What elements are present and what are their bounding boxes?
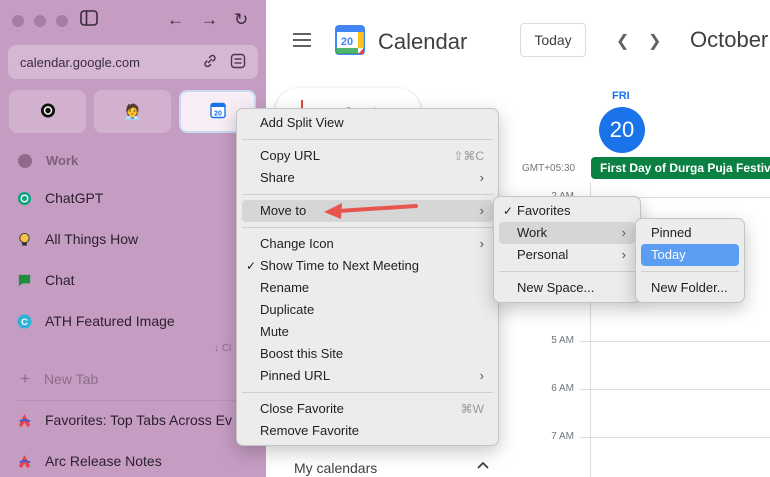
checkmark-icon: ✓ [246, 259, 257, 273]
svg-text:20: 20 [214, 110, 222, 117]
menu-item-remove-favorite[interactable]: Remove Favorite [242, 420, 493, 442]
menu-item-new-space[interactable]: New Space... [499, 277, 635, 299]
previous-period-chevron-icon[interactable]: ❮ [616, 31, 629, 51]
chevron-up-icon[interactable] [476, 458, 490, 473]
menu-item-new-folder[interactable]: New Folder... [641, 277, 739, 299]
google-calendar-logo[interactable]: 20 [334, 24, 366, 56]
today-button[interactable]: Today [520, 23, 586, 57]
planet-icon [18, 153, 32, 168]
favorite-avatar[interactable]: 🧑‍💼 [94, 90, 171, 133]
menu-item-today[interactable]: Today [641, 244, 739, 266]
menu-item-rename[interactable]: Rename [242, 277, 493, 299]
menu-item-duplicate[interactable]: Duplicate [242, 299, 493, 321]
shortcut-label: ⇧⌘C [453, 149, 484, 163]
menu-separator [242, 139, 493, 140]
url-text: calendar.google.com [20, 55, 140, 70]
hour-gridline [580, 437, 770, 438]
sidebar-toggle-icon[interactable] [80, 10, 98, 26]
sidebar-tab-chatgpt[interactable]: ChatGPT [16, 187, 103, 209]
bulb-icon [16, 231, 32, 247]
work-submenu: Pinned Today New Folder... [635, 218, 745, 303]
submenu-chevron-icon: › [621, 247, 626, 262]
back-arrow-icon[interactable]: ← [167, 10, 184, 30]
hour-label: 7 AM [551, 431, 574, 442]
day-number[interactable]: 20 [599, 107, 645, 153]
checkmark-icon: ✓ [503, 204, 514, 218]
submenu-chevron-icon: › [479, 203, 484, 218]
menu-item-close-favorite[interactable]: Close Favorite ⌘W [242, 398, 493, 420]
annotation-arrow [324, 203, 418, 219]
copy-link-icon[interactable] [202, 53, 218, 72]
chat-icon [16, 272, 32, 288]
menu-item-change-icon[interactable]: Change Icon › [242, 233, 493, 255]
sidebar-tab-all-things-how[interactable]: All Things How [16, 228, 138, 250]
menu-item-boost-this-site[interactable]: Boost this Site [242, 343, 493, 365]
main-menu-icon[interactable] [293, 33, 311, 51]
reload-icon[interactable]: ↻ [234, 10, 248, 30]
submenu-chevron-icon: › [621, 225, 626, 240]
shortcut-label: ⌘W [460, 402, 484, 416]
menu-separator [242, 392, 493, 393]
move-to-submenu: ✓ Favorites Work › Personal › New Space... [493, 196, 641, 303]
submenu-chevron-icon: › [479, 236, 484, 251]
svg-text:C: C [21, 316, 28, 326]
menu-item-work[interactable]: Work › [499, 222, 635, 244]
hour-label: 5 AM [551, 335, 574, 346]
calendar-header: 20 Calendar Today ❮ ❯ October [266, 0, 770, 80]
menu-item-favorites[interactable]: ✓ Favorites [499, 200, 635, 222]
submenu-chevron-icon: › [479, 368, 484, 383]
current-month: October [690, 27, 769, 52]
hour-label: 6 AM [551, 383, 574, 394]
my-calendars-heading[interactable]: My calendars [294, 460, 377, 476]
url-bar[interactable]: calendar.google.com [8, 45, 258, 79]
site-controls-icon[interactable] [230, 53, 246, 72]
menu-item-pinned-url[interactable]: Pinned URL › [242, 365, 493, 387]
menu-separator [242, 194, 493, 195]
space-label[interactable]: Work [18, 153, 78, 168]
minimize-window-button[interactable] [34, 15, 46, 27]
menu-separator [499, 271, 635, 272]
close-window-button[interactable] [12, 15, 24, 27]
menu-separator [242, 227, 493, 228]
tab-context-menu: Add Split View Copy URL ⇧⌘C Share › Move t… [236, 108, 499, 446]
arc-icon [16, 412, 32, 428]
zoom-window-button[interactable] [56, 15, 68, 27]
sidebar-tab-chat[interactable]: Chat [16, 269, 75, 291]
google-calendar-icon: 20 [209, 102, 226, 121]
menu-item-show-time-to-next-meeting[interactable]: ✓ Show Time to Next Meeting [242, 255, 493, 277]
all-day-event[interactable]: First Day of Durga Puja Festivities [591, 157, 770, 179]
menu-item-personal[interactable]: Personal › [499, 244, 635, 266]
logo-number: 20 [341, 36, 353, 48]
forward-arrow-icon[interactable]: → [201, 10, 218, 30]
arc-icon [16, 453, 32, 469]
sidebar-divider [18, 400, 258, 401]
clear-tabs-button[interactable]: ↓ Cl [214, 343, 231, 354]
sidebar-tab-ath-featured-image[interactable]: C ATH Featured Image [16, 310, 175, 332]
chatgpt-icon [16, 190, 32, 206]
calendar-title: Calendar [378, 29, 468, 54]
chatgpt-icon [40, 102, 56, 121]
sidebar-tab-arc-release-notes[interactable]: Arc Release Notes [16, 450, 162, 472]
menu-item-pinned[interactable]: Pinned [641, 222, 739, 244]
hour-gridline [580, 341, 770, 342]
menu-item-share[interactable]: Share › [242, 167, 493, 189]
hour-gridline [580, 389, 770, 390]
menu-item-copy-url[interactable]: Copy URL ⇧⌘C [242, 145, 493, 167]
day-of-week: FRI [612, 90, 630, 102]
sidebar: ← → ↻ calendar.google.com 🧑‍💼 20 Work Ch… [0, 0, 266, 477]
sidebar-tab-favorites-top-tabs[interactable]: Favorites: Top Tabs Across Ev [16, 409, 232, 431]
menu-separator [641, 271, 739, 272]
menu-item-mute[interactable]: Mute [242, 321, 493, 343]
new-tab-button[interactable]: + New Tab [20, 369, 98, 389]
next-period-chevron-icon[interactable]: ❯ [648, 31, 661, 51]
canva-icon: C [16, 313, 32, 329]
plus-icon: + [20, 369, 30, 388]
menu-item-add-split-view[interactable]: Add Split View [242, 112, 493, 134]
favorite-chatgpt[interactable] [9, 90, 86, 133]
submenu-chevron-icon: › [479, 170, 484, 185]
timezone-label: GMT+05:30 [522, 163, 576, 174]
person-emoji-icon: 🧑‍💼 [123, 103, 142, 121]
